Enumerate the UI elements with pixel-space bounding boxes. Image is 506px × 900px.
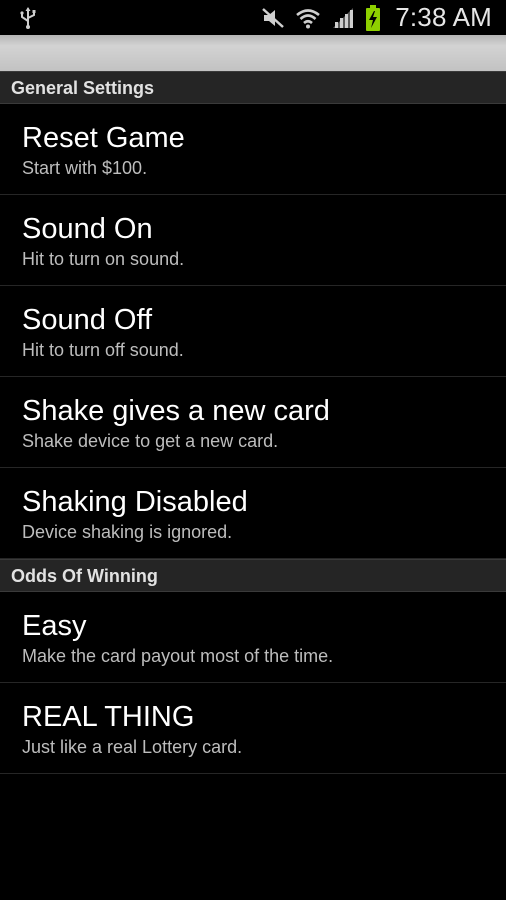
pref-reset-game[interactable]: Reset Game Start with $100. <box>0 104 506 195</box>
pref-shaking-disabled[interactable]: Shaking Disabled Device shaking is ignor… <box>0 468 506 559</box>
battery-charging-icon <box>365 4 381 31</box>
pref-sound-on[interactable]: Sound On Hit to turn on sound. <box>0 195 506 286</box>
pref-summary: Hit to turn on sound. <box>22 249 185 269</box>
signal-icon <box>331 7 355 29</box>
pref-summary: Shake device to get a new card. <box>22 431 279 451</box>
mute-icon <box>261 7 285 29</box>
pref-easy[interactable]: Easy Make the card payout most of the ti… <box>0 592 506 683</box>
pref-summary: Device shaking is ignored. <box>22 522 233 542</box>
pref-real-thing[interactable]: REAL THING Just like a real Lottery card… <box>0 683 506 774</box>
pref-title: Reset Game <box>22 122 185 154</box>
pref-shake-new-card[interactable]: Shake gives a new card Shake device to g… <box>0 377 506 468</box>
pref-title: Easy <box>22 610 87 642</box>
category-odds-of-winning: Odds Of Winning <box>0 559 506 592</box>
pref-title: Shake gives a new card <box>22 395 330 427</box>
pref-summary: Make the card payout most of the time. <box>22 646 334 666</box>
title-bar <box>0 35 506 72</box>
pref-title: Sound On <box>22 213 153 245</box>
usb-icon <box>16 6 40 30</box>
status-bar: 7:38 AM <box>0 0 506 35</box>
preference-list: General Settings Reset Game Start with $… <box>0 71 506 774</box>
wifi-icon <box>295 7 321 29</box>
pref-sound-off[interactable]: Sound Off Hit to turn off sound. <box>0 286 506 377</box>
pref-title: REAL THING <box>22 701 195 733</box>
pref-summary: Just like a real Lottery card. <box>22 737 243 757</box>
pref-title: Sound Off <box>22 304 153 336</box>
pref-summary: Hit to turn off sound. <box>22 340 184 360</box>
category-general-settings: General Settings <box>0 71 506 104</box>
pref-title: Shaking Disabled <box>22 486 248 518</box>
status-time: 7:38 AM <box>395 2 492 32</box>
pref-summary: Start with $100. <box>22 158 148 178</box>
